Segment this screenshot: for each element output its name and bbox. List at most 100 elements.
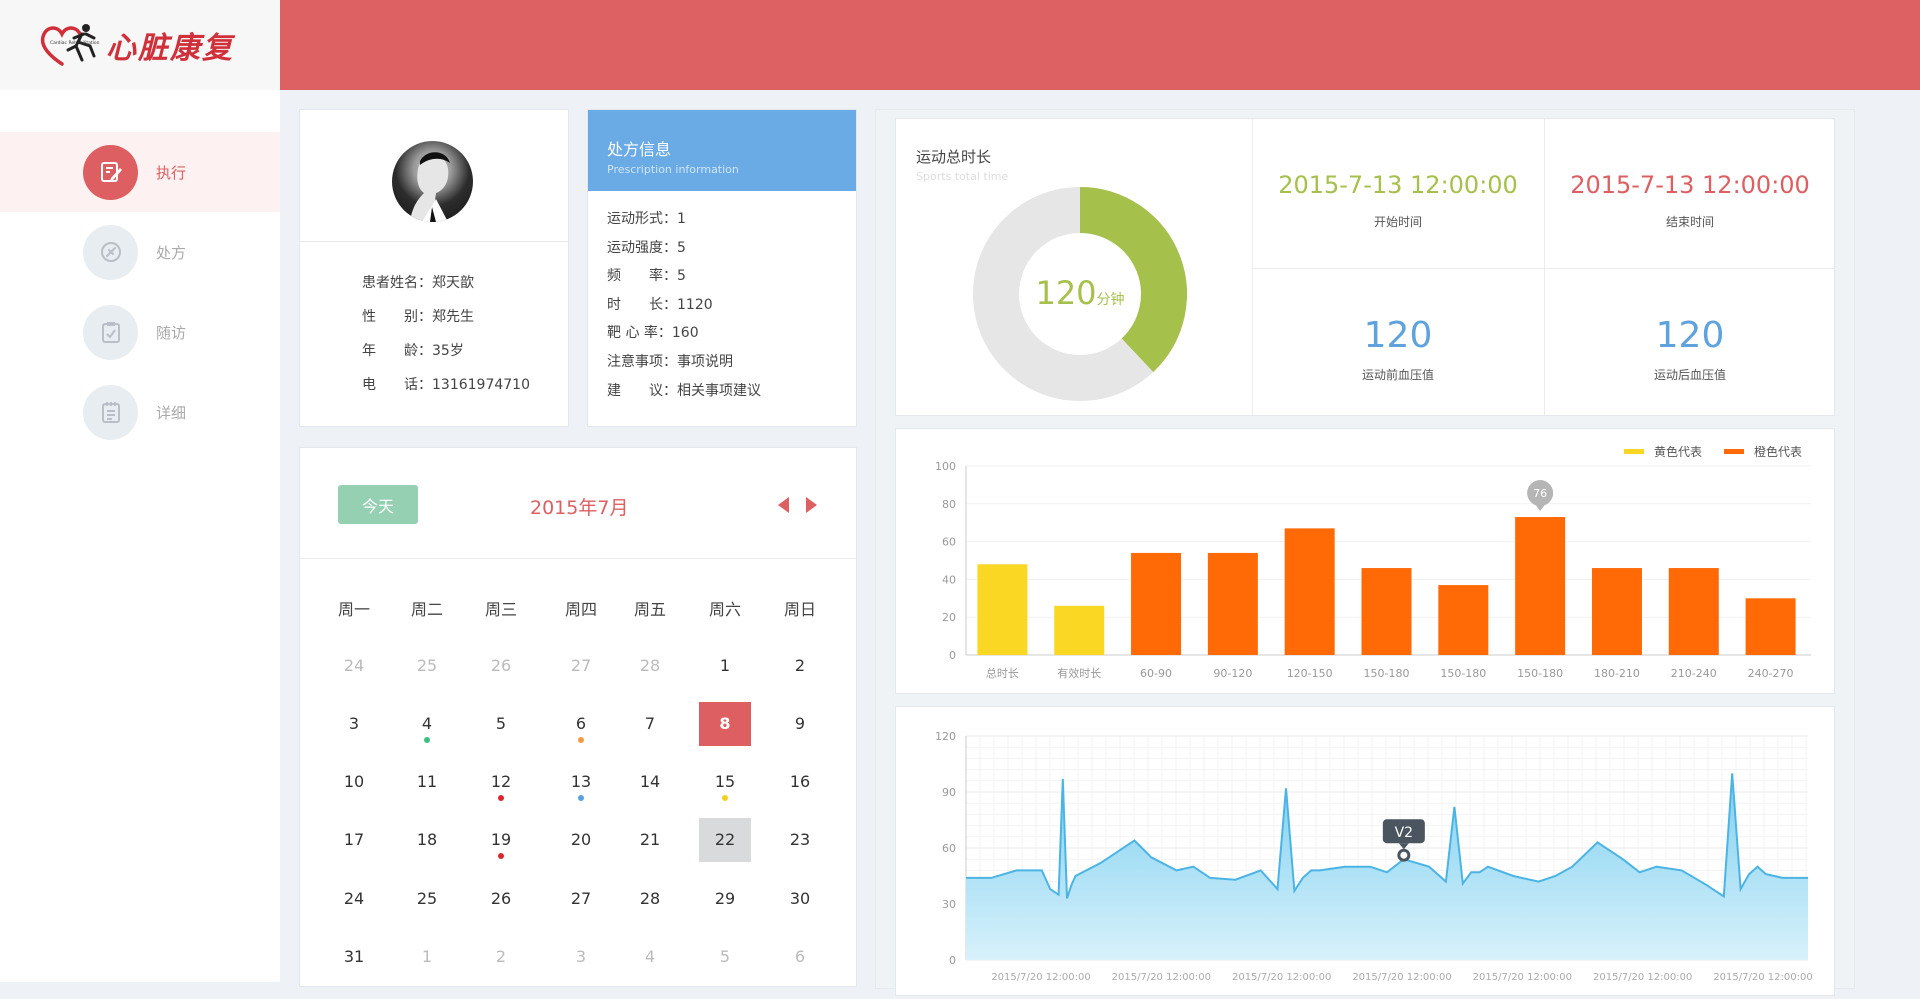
calendar-day[interactable]: 28 [624, 644, 676, 688]
prescription-header: 处方信息 Prescription information [588, 110, 856, 191]
prescription-list: 运动形式：1 运动强度：5 频 率：5 时 长：1120 靶 心 率：160 注… [588, 191, 856, 405]
sidebar-item-prescription[interactable]: 处方 [0, 212, 280, 292]
bar[interactable] [1131, 552, 1182, 655]
calendar-day[interactable]: 7 [624, 702, 676, 746]
annotation-marker [1397, 848, 1411, 862]
end-time-value: 2015-7-13 12:00:00 [1570, 171, 1810, 199]
calendar-day[interactable]: 3 [328, 702, 380, 746]
calendar-day[interactable]: 24 [328, 877, 380, 921]
event-dot [578, 737, 584, 743]
patient-card: 患者姓名：郑天歆 性 别：郑先生 年 龄：35岁 电 话：13161974710 [299, 109, 569, 427]
ecg-annotation: V2 [1382, 819, 1425, 862]
sidebar-nav: 执行 处方 随访 详细 [0, 132, 280, 452]
rx-advice: 建 议：相关事项建议 [607, 382, 761, 399]
bar-tooltip: 76 [1527, 480, 1554, 512]
rx-exercise-type: 运动形式：1 [607, 211, 686, 227]
bar[interactable] [1361, 568, 1412, 655]
donut-center-label: 120分钟 [1035, 274, 1124, 312]
duration-title: 运动总时长 [916, 148, 992, 166]
calendar-day[interactable]: 27 [555, 644, 607, 688]
calendar-day[interactable]: 2 [475, 935, 527, 979]
logo[interactable]: Cardiac Rehabilitation 心脏康复 [0, 0, 280, 90]
next-month-icon[interactable] [806, 497, 817, 513]
calendar-day[interactable]: 18 [401, 818, 453, 862]
x-tick-label: 120-150 [1287, 667, 1333, 680]
weekday-label: 周五 [633, 600, 667, 619]
edit-icon [83, 144, 138, 200]
calendar-day[interactable]: 27 [555, 877, 607, 921]
avatar [392, 141, 473, 222]
calendar-day[interactable]: 1 [699, 644, 751, 688]
bp-after-cell: 120 运动后血压值 [1544, 315, 1836, 383]
exercise-summary-card: 运动总时长 Sports total time 120分钟 2015-7-13 … [895, 118, 1835, 416]
event-dot [424, 737, 430, 743]
sidebar-item-label: 处方 [156, 243, 187, 262]
calendar-day[interactable]: 2 [774, 644, 826, 688]
x-tick-label: 210-240 [1671, 667, 1717, 680]
calendar-day[interactable]: 1 [401, 935, 453, 979]
calendar-day[interactable]: 26 [475, 877, 527, 921]
x-tick-label: 150-180 [1517, 667, 1563, 680]
start-time-value: 2015-7-13 12:00:00 [1278, 171, 1518, 199]
divider [300, 241, 568, 242]
x-tick-label: 2015/7/20 12:00:00 [1713, 972, 1812, 983]
calendar-day[interactable]: 17 [328, 818, 380, 862]
bar[interactable] [1591, 568, 1642, 655]
calendar-day[interactable]: 5 [475, 702, 527, 746]
calendar-day[interactable]: 14 [624, 760, 676, 804]
calendar-day[interactable]: 25 [401, 644, 453, 688]
x-tick-label: 240-270 [1748, 667, 1794, 680]
sidebar-item-followup[interactable]: 随访 [0, 292, 280, 372]
bar[interactable] [1668, 568, 1719, 655]
bar[interactable] [1438, 585, 1489, 655]
bar[interactable] [1207, 552, 1258, 655]
calendar-day[interactable]: 28 [624, 877, 676, 921]
prev-month-icon[interactable] [778, 497, 789, 513]
calendar-day[interactable]: 25 [401, 877, 453, 921]
sidebar-item-label: 执行 [156, 163, 187, 182]
calendar-day[interactable]: 26 [475, 644, 527, 688]
bp-before-label: 运动前血压值 [1361, 368, 1434, 382]
weekday-label: 周一 [337, 600, 371, 619]
heart-runner-logo-icon: Cardiac Rehabilitation [40, 24, 100, 66]
calendar-day[interactable]: 6 [774, 935, 826, 979]
calendar-day[interactable]: 10 [328, 760, 380, 804]
bp-after-label: 运动后血压值 [1653, 368, 1726, 382]
patient-gender: 性 别：郑先生 [362, 309, 474, 325]
x-tick-label: 150-180 [1440, 667, 1486, 680]
bp-before-value: 120 [1363, 315, 1433, 356]
calendar-day[interactable]: 11 [401, 760, 453, 804]
calendar-day[interactable]: 22 [699, 818, 751, 862]
bar[interactable] [1745, 598, 1796, 655]
calendar-day[interactable]: 5 [699, 935, 751, 979]
calendar-month-label: 2015年7月 [530, 497, 629, 519]
x-tick-label: 2015/7/20 12:00:00 [1473, 972, 1572, 983]
end-time-label: 结束时间 [1665, 215, 1714, 229]
legend-label: 橙色代表 [1754, 444, 1802, 459]
calendar-day[interactable]: 9 [774, 702, 826, 746]
today-button[interactable]: 今天 [338, 485, 418, 524]
calendar-day[interactable]: 20 [555, 818, 607, 862]
calendar-day[interactable]: 8 [699, 702, 751, 746]
calendar-day[interactable]: 4 [624, 935, 676, 979]
calendar-day[interactable]: 3 [555, 935, 607, 979]
bar[interactable] [1054, 605, 1105, 655]
bp-after-value: 120 [1655, 315, 1725, 356]
bar[interactable] [977, 564, 1028, 655]
x-tick-label: 180-210 [1594, 667, 1640, 680]
calendar-day[interactable]: 30 [774, 877, 826, 921]
sidebar-item-details[interactable]: 详细 [0, 372, 280, 452]
sidebar-item-label: 随访 [156, 323, 187, 342]
calendar-day[interactable]: 16 [774, 760, 826, 804]
sidebar-item-execute[interactable]: 执行 [0, 132, 280, 212]
event-dot [498, 795, 504, 801]
calendar-day[interactable]: 21 [624, 818, 676, 862]
calendar-day[interactable]: 29 [699, 877, 751, 921]
calendar-day[interactable]: 31 [328, 935, 380, 979]
calendar-day[interactable]: 23 [774, 818, 826, 862]
bar[interactable] [1284, 528, 1335, 655]
calendar-day[interactable]: 24 [328, 644, 380, 688]
legend-swatch [1724, 449, 1744, 454]
y-tick-label: 40 [942, 573, 956, 586]
bar[interactable] [1515, 517, 1566, 655]
